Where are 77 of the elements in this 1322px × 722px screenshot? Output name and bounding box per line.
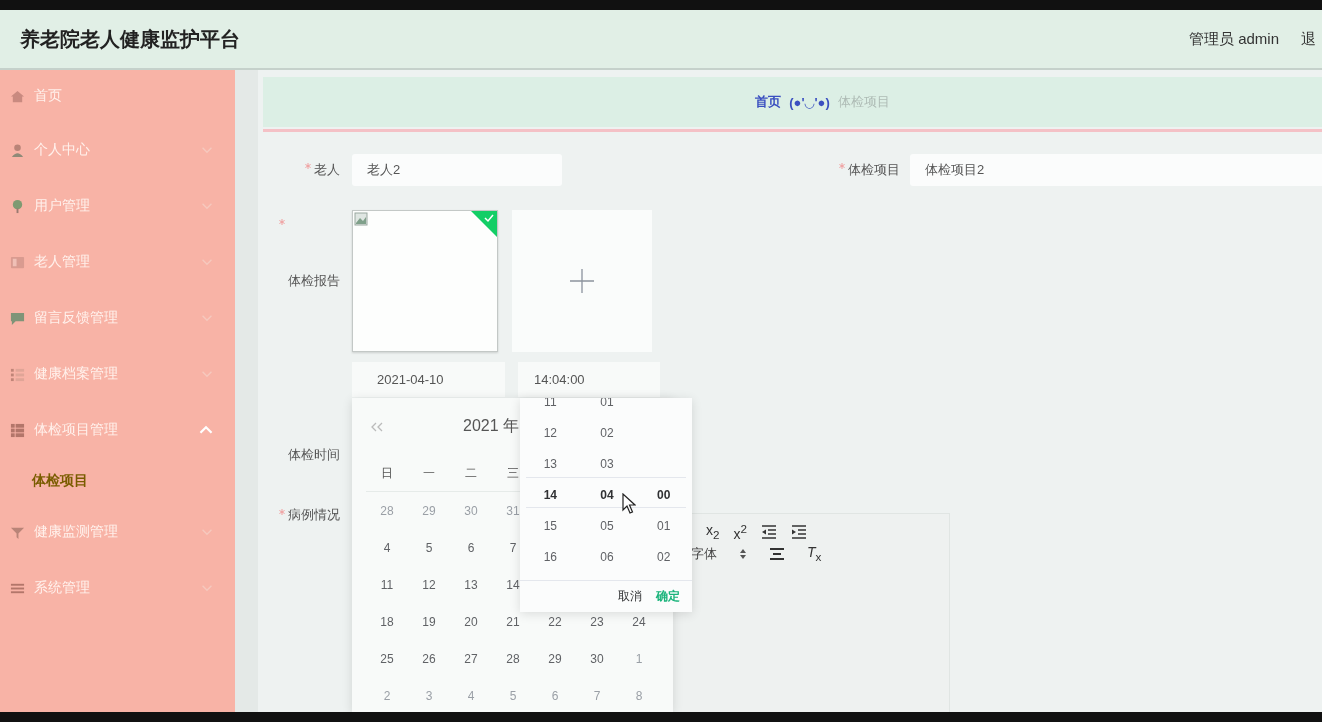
breadcrumb-separator: (●'◡'●) [789, 94, 830, 110]
field-label: 老人 [314, 161, 340, 179]
plus-icon [569, 268, 595, 294]
calendar-day[interactable]: 24 [632, 614, 646, 629]
time-field[interactable]: 14:04:00 [518, 362, 660, 397]
breadcrumb-link[interactable]: 首页 [755, 93, 782, 111]
calendar-day[interactable]: 4 [383, 540, 391, 555]
calendar-day[interactable]: 13 [464, 577, 478, 592]
time-option[interactable]: 02 [578, 417, 636, 448]
calendar-day[interactable]: 28 [506, 651, 520, 666]
time-option[interactable]: 06 [578, 541, 636, 572]
field-label: 体检时间 [288, 446, 340, 464]
list-icon [10, 366, 25, 382]
format-button[interactable]: x$^{2}$ [733, 523, 747, 541]
font-select[interactable]: 字体 [691, 545, 717, 563]
time-option[interactable]: 00 [635, 479, 692, 510]
outdent-icon [760, 525, 777, 539]
home-icon [10, 88, 25, 104]
mouse-pointer-icon [622, 493, 636, 514]
upload-button[interactable] [512, 210, 652, 352]
grid-icon [10, 422, 25, 438]
time-option[interactable]: 05 [578, 510, 636, 541]
calendar-day[interactable]: 12 [422, 577, 436, 592]
calendar-day[interactable]: 11 [380, 577, 394, 592]
cancel-button[interactable]: 取消 [616, 586, 644, 607]
calendar-day[interactable]: 19 [422, 614, 436, 629]
time-option[interactable]: 12 [522, 417, 579, 448]
logout-link[interactable]: 退 [1301, 29, 1316, 49]
calendar-day[interactable]: 22 [548, 614, 562, 629]
time-option[interactable]: 01 [635, 510, 692, 541]
up-down-icon [739, 549, 747, 559]
app-title: 养老院老人健康监护平台 [20, 26, 240, 52]
card-icon [10, 254, 25, 270]
time-option[interactable]: 11 [522, 398, 579, 417]
format-button[interactable]: x$_{2}$ [706, 523, 720, 541]
weekday-label: 一 [423, 464, 435, 482]
user-name: 管理员 admin [1188, 29, 1279, 49]
leaf-icon [10, 198, 25, 214]
format-button[interactable]: T$_{x}$ [807, 545, 822, 563]
double-chevron-left-icon[interactable] [370, 421, 384, 432]
sidebar-subitem[interactable]: 体检项目 [32, 472, 88, 490]
user-icon [10, 142, 25, 158]
calendar-day[interactable]: 30 [590, 651, 604, 666]
calendar-day[interactable]: 14 [506, 577, 520, 592]
time-option[interactable]: 03 [578, 448, 636, 479]
calendar-day[interactable]: 7 [509, 540, 517, 555]
calendar-day[interactable]: 29 [548, 651, 562, 666]
calendar-day[interactable]: 20 [464, 614, 478, 629]
field-label: 体检报告 [288, 272, 340, 290]
calendar-day[interactable]: 6 [467, 540, 475, 555]
chat-icon [10, 310, 25, 326]
field-label: 病例情况 [288, 506, 340, 524]
date-field[interactable]: 2021-04-10 [352, 362, 505, 397]
uploaded-file[interactable] [352, 210, 498, 352]
calendar-day[interactable]: 5 [425, 540, 433, 555]
calendar-day[interactable]: 27 [464, 651, 478, 666]
select-field[interactable]: 体检项目2 [910, 154, 1322, 186]
time-option[interactable]: 01 [578, 398, 636, 417]
time-option[interactable]: 15 [522, 510, 579, 541]
calendar-title: 2021 年 [463, 416, 520, 436]
weekday-label: 二 [465, 464, 477, 482]
align-icon [769, 547, 785, 561]
calendar-day[interactable]: 26 [422, 651, 436, 666]
time-option[interactable]: 16 [522, 541, 579, 572]
field-label: 体检项目 [848, 161, 900, 179]
weekday-label: 三 [507, 464, 519, 482]
time-option[interactable]: 14 [522, 479, 579, 510]
broken-image-icon [354, 212, 368, 226]
weekday-label: 日 [381, 464, 393, 482]
calendar-day[interactable]: 23 [590, 614, 604, 629]
calendar-day[interactable]: 25 [380, 651, 394, 666]
select-field[interactable]: 老人2 [352, 154, 562, 186]
indent-icon [790, 525, 807, 539]
time-option[interactable]: 02 [635, 541, 692, 572]
time-option[interactable]: 13 [522, 448, 579, 479]
calendar-day[interactable]: 21 [506, 614, 520, 629]
calendar-day[interactable]: 18 [380, 614, 394, 629]
